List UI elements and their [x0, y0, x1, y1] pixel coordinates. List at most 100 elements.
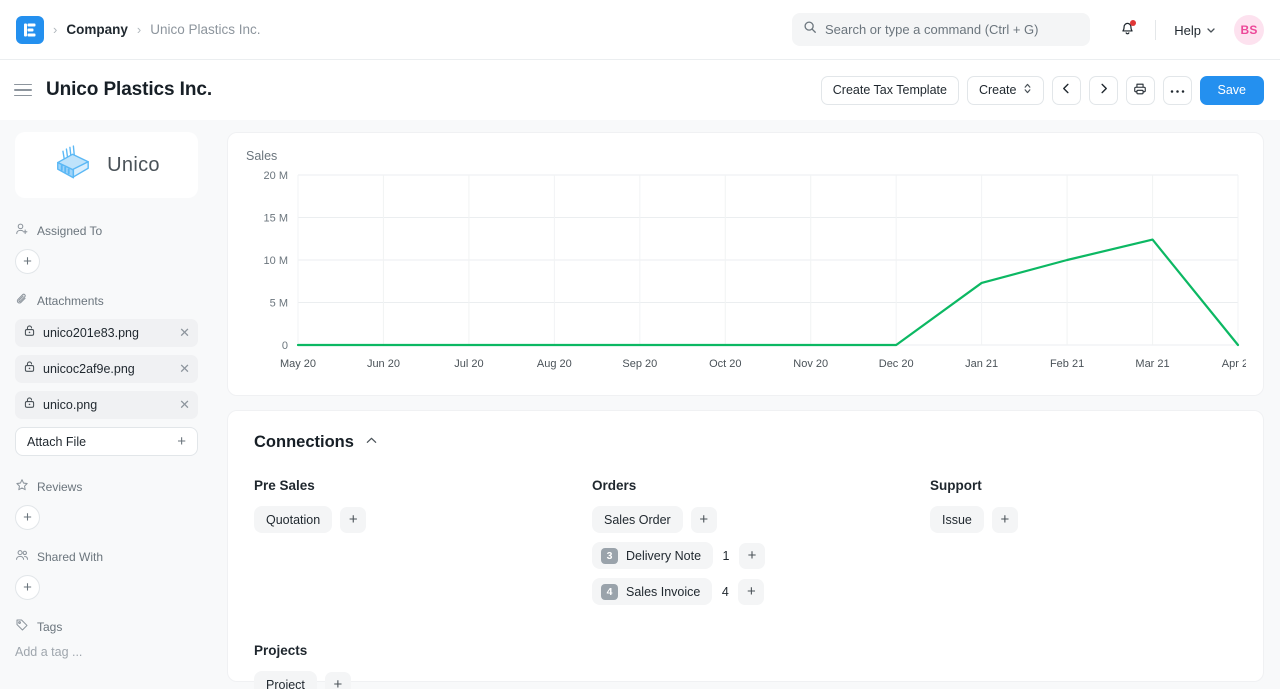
- erpnext-logo-icon[interactable]: [16, 16, 44, 44]
- unlock-icon: [23, 396, 36, 414]
- ellipsis-icon: [1170, 83, 1185, 97]
- chevron-updown-icon: [1023, 82, 1032, 98]
- link-quotation[interactable]: Quotation: [254, 506, 332, 533]
- help-menu-button[interactable]: Help: [1168, 19, 1222, 42]
- search-icon: [803, 20, 825, 39]
- svg-text:Jul 20: Jul 20: [454, 358, 483, 370]
- breadcrumb-separator: ›: [53, 22, 57, 37]
- unlock-icon: [23, 324, 36, 342]
- page-body: Unico Assigned To + Attachments: [0, 120, 1280, 689]
- link-delivery-note[interactable]: 3 Delivery Note: [592, 542, 713, 569]
- add-share-button[interactable]: +: [15, 575, 40, 600]
- connection-row: 4 Sales Invoice 4 +: [592, 578, 930, 605]
- connection-row: Issue +: [930, 506, 1268, 533]
- add-assignment-button[interactable]: +: [15, 249, 40, 274]
- connection-row: Quotation +: [254, 506, 592, 533]
- page-header-actions: Create Tax Template Create: [821, 60, 1264, 120]
- chevron-down-icon: [1206, 23, 1216, 38]
- chart-plot-area: 05 M10 M15 M20 MMay 20Jun 20Jul 20Aug 20…: [246, 167, 1245, 382]
- breadcrumb-company[interactable]: Company: [66, 22, 128, 37]
- connections-column-support: Support Issue +: [930, 478, 1268, 614]
- prev-button[interactable]: [1052, 76, 1081, 105]
- connection-row: Project +: [254, 671, 1237, 689]
- top-navbar: › Company › Unico Plastics Inc. Help: [0, 0, 1280, 60]
- star-icon: [15, 478, 29, 495]
- connections-header[interactable]: Connections: [254, 433, 1237, 452]
- add-issue-button[interactable]: +: [992, 507, 1018, 533]
- print-button[interactable]: [1126, 76, 1155, 105]
- svg-text:15 M: 15 M: [264, 213, 288, 225]
- column-title: Orders: [592, 478, 930, 493]
- hamburger-icon[interactable]: [14, 79, 36, 101]
- add-review-button[interactable]: +: [15, 505, 40, 530]
- sidebar: Unico Assigned To + Attachments: [0, 120, 213, 689]
- reviews-label: Reviews: [37, 480, 82, 494]
- svg-text:Oct 20: Oct 20: [709, 358, 741, 370]
- add-project-button[interactable]: +: [325, 672, 351, 689]
- add-quotation-button[interactable]: +: [340, 507, 366, 533]
- add-sales-invoice-button[interactable]: +: [738, 579, 764, 605]
- paperclip-icon: [15, 292, 29, 309]
- navbar-divider: [1155, 20, 1156, 40]
- sales-invoice-badge: 4: [601, 584, 618, 600]
- save-button[interactable]: Save: [1200, 76, 1265, 105]
- unlock-icon: [23, 360, 36, 378]
- create-label: Create: [979, 83, 1017, 97]
- sales-invoice-count: 4: [720, 585, 730, 599]
- breadcrumb-separator: ›: [137, 22, 141, 37]
- connections-column-orders: Orders Sales Order + 3 Delivery Note 1 +: [592, 478, 930, 614]
- tags-section-header: Tags: [15, 618, 198, 635]
- svg-text:0: 0: [282, 340, 288, 352]
- link-issue[interactable]: Issue: [930, 506, 984, 533]
- main-content: Sales 05 M10 M15 M20 MMay 20Jun 20Jul 20…: [213, 120, 1280, 689]
- delivery-note-label: Delivery Note: [626, 549, 701, 563]
- attachment-item[interactable]: unicoc2af9e.png ✕: [15, 355, 198, 383]
- avatar[interactable]: BS: [1234, 15, 1264, 45]
- link-sales-invoice[interactable]: 4 Sales Invoice: [592, 578, 712, 605]
- attachment-item[interactable]: unico.png ✕: [15, 391, 198, 419]
- close-icon[interactable]: ✕: [179, 325, 190, 341]
- attach-file-label: Attach File: [27, 435, 86, 449]
- search-input[interactable]: [825, 22, 1079, 37]
- attachment-filename: unicoc2af9e.png: [43, 362, 172, 376]
- chevron-right-icon: [1098, 83, 1109, 97]
- factory-logo-icon: [53, 143, 99, 188]
- connections-grid: Pre Sales Quotation + Orders Sales Order…: [254, 478, 1237, 614]
- next-button[interactable]: [1089, 76, 1118, 105]
- svg-text:Sep 20: Sep 20: [622, 358, 657, 370]
- sales-chart-card: Sales 05 M10 M15 M20 MMay 20Jun 20Jul 20…: [227, 132, 1264, 396]
- create-tax-template-button[interactable]: Create Tax Template: [821, 76, 959, 105]
- global-search[interactable]: [792, 13, 1090, 46]
- column-title: Projects: [254, 643, 1237, 658]
- tag-icon: [15, 618, 29, 635]
- close-icon[interactable]: ✕: [179, 397, 190, 413]
- add-sales-order-button[interactable]: +: [691, 507, 717, 533]
- users-icon: [15, 548, 29, 565]
- link-project[interactable]: Project: [254, 671, 317, 689]
- connection-row: 3 Delivery Note 1 +: [592, 542, 930, 569]
- company-logo-card: Unico: [15, 132, 198, 198]
- attachment-item[interactable]: unico201e83.png ✕: [15, 319, 198, 347]
- delivery-note-badge: 3: [601, 548, 618, 564]
- link-sales-order[interactable]: Sales Order: [592, 506, 683, 533]
- chart-title: Sales: [246, 149, 1245, 163]
- attachment-filename: unico201e83.png: [43, 326, 172, 340]
- more-options-button[interactable]: [1163, 76, 1192, 105]
- navbar-right-group: Help BS: [1111, 0, 1264, 60]
- svg-text:20 M: 20 M: [264, 170, 288, 182]
- assigned-to-label: Assigned To: [37, 224, 102, 238]
- svg-text:Mar 21: Mar 21: [1135, 358, 1169, 370]
- assigned-to-section-header: Assigned To: [15, 222, 198, 239]
- add-tag-input[interactable]: Add a tag ...: [15, 645, 198, 659]
- chevron-up-icon[interactable]: [365, 434, 378, 452]
- plus-icon: +: [177, 433, 186, 450]
- close-icon[interactable]: ✕: [179, 361, 190, 377]
- svg-text:10 M: 10 M: [264, 255, 288, 267]
- add-delivery-note-button[interactable]: +: [739, 543, 765, 569]
- company-logo-wordmark: Unico: [107, 154, 160, 177]
- create-button[interactable]: Create: [967, 76, 1044, 105]
- notifications-button[interactable]: [1111, 14, 1143, 46]
- svg-text:Apr 21: Apr 21: [1222, 358, 1246, 370]
- attach-file-button[interactable]: Attach File +: [15, 427, 198, 456]
- user-plus-icon: [15, 222, 29, 239]
